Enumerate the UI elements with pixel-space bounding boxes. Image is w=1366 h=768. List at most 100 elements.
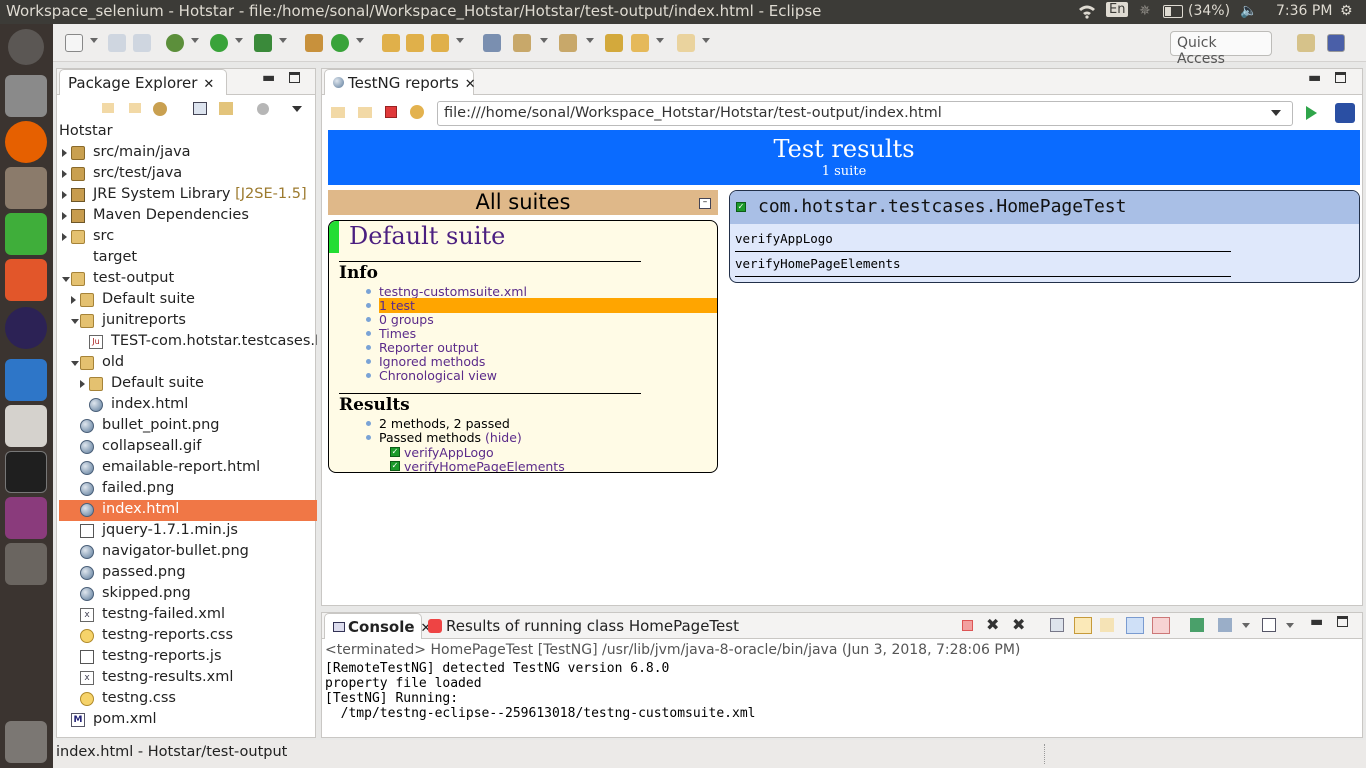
tree-item[interactable]: navigator-bullet.png <box>59 542 317 563</box>
debug-dropdown-icon[interactable] <box>191 38 199 43</box>
forward-dropdown-icon[interactable] <box>702 38 710 43</box>
show-on-stderr-icon[interactable] <box>1152 617 1170 634</box>
tree-item[interactable]: failed.png <box>59 479 317 500</box>
run-icon[interactable] <box>210 34 228 52</box>
debug-icon[interactable] <box>166 34 184 52</box>
search-dropdown-icon[interactable] <box>456 38 464 43</box>
java-perspective-icon[interactable] <box>1327 34 1345 52</box>
next-annotation-dropdown-icon[interactable] <box>540 38 548 43</box>
forward-icon[interactable] <box>677 34 695 52</box>
tree-item[interactable]: src/test/java <box>59 164 317 185</box>
tree-item[interactable]: collapseall.gif <box>59 437 317 458</box>
tree-item[interactable]: junitreports <box>59 311 317 332</box>
tab-package-explorer[interactable]: Package Explorer ✕ <box>59 69 227 95</box>
minimize-icon[interactable]: ▬ <box>262 70 275 86</box>
expand-arrow-icon[interactable] <box>62 233 67 241</box>
run-external-tools-icon[interactable] <box>254 34 272 52</box>
clear-console-icon[interactable] <box>1050 618 1064 632</box>
tree-item[interactable]: src/main/java <box>59 143 317 164</box>
minimize-icon[interactable]: ▬ <box>1308 70 1321 86</box>
word-wrap-icon[interactable] <box>1100 618 1114 632</box>
url-input[interactable]: file:///home/sonal/Workspace_Hotstar/Hot… <box>437 101 1293 126</box>
tree-item[interactable]: Maven Dependencies <box>59 206 317 227</box>
tree-item[interactable]: passed.png <box>59 563 317 584</box>
eclipse-icon[interactable] <box>5 307 47 349</box>
tree-item[interactable]: test-output <box>59 269 317 290</box>
tree-item[interactable]: JRE System Library [J2SE-1.5] <box>59 185 317 206</box>
info-link[interactable]: 0 groups <box>379 312 434 327</box>
maximize-icon[interactable] <box>1337 616 1348 627</box>
libreoffice-calc-icon[interactable] <box>5 213 47 255</box>
tree-item[interactable]: index.html <box>59 500 317 521</box>
tree-item[interactable]: testng.css <box>59 689 317 710</box>
open-console-icon[interactable] <box>1262 618 1276 632</box>
back-icon[interactable] <box>631 34 649 52</box>
forward-nav-icon[interactable] <box>129 103 141 113</box>
remove-launch-icon[interactable]: ✖ <box>986 615 999 634</box>
remove-all-terminated-icon[interactable]: ✖ <box>1012 615 1025 634</box>
tree-item[interactable]: target <box>59 248 317 269</box>
info-link[interactable]: Ignored methods <box>379 354 485 369</box>
new-icon[interactable] <box>65 34 83 52</box>
open-task-icon[interactable] <box>406 34 424 52</box>
text-editor-icon[interactable] <box>5 405 47 447</box>
tab-testng-results[interactable]: Results of running class HomePageTest <box>428 617 739 635</box>
browser-forward-icon[interactable] <box>358 107 372 118</box>
passed-method-link[interactable]: verifyHomePageElements <box>404 459 565 472</box>
open-type-icon[interactable] <box>382 34 400 52</box>
collapse-all-icon[interactable] <box>193 102 207 115</box>
hide-link[interactable]: (hide) <box>485 430 522 445</box>
scroll-lock-icon[interactable] <box>1074 617 1092 634</box>
expand-arrow-icon[interactable] <box>62 149 67 157</box>
link-with-editor-icon[interactable] <box>219 102 233 115</box>
workspace-switcher-icon[interactable] <box>5 543 47 585</box>
collapse-arrow-icon[interactable] <box>71 319 79 324</box>
passed-method-link[interactable]: verifyAppLogo <box>404 445 494 460</box>
minimize-icon[interactable]: ▬ <box>1310 614 1323 630</box>
terminal-icon[interactable] <box>5 451 47 493</box>
dash-home-icon[interactable] <box>8 29 44 65</box>
tree-item[interactable]: Default suite <box>59 374 317 395</box>
power-gear-icon[interactable]: ⚙ <box>1340 3 1353 19</box>
tab-testng-reports[interactable]: TestNG reports ✕ <box>324 69 476 95</box>
collapse-arrow-icon[interactable] <box>71 361 79 366</box>
collapse-all-icon[interactable]: – <box>699 198 711 209</box>
info-link[interactable]: testng-customsuite.xml <box>379 284 527 299</box>
bluetooth-icon[interactable]: ✵ <box>1139 3 1151 19</box>
expand-arrow-icon[interactable] <box>80 380 85 388</box>
open-external-browser-icon[interactable] <box>1335 103 1355 123</box>
display-console-dropdown-icon[interactable] <box>1242 623 1250 628</box>
previous-annotation-icon[interactable] <box>559 34 577 52</box>
tree-item[interactable]: Ju TEST-com.hotstar.testcases.HomePageTes… <box>59 332 317 353</box>
expand-arrow-icon[interactable] <box>62 191 67 199</box>
software-center-icon[interactable] <box>5 259 47 301</box>
new-class-dropdown-icon[interactable] <box>356 38 364 43</box>
back-dropdown-icon[interactable] <box>656 38 664 43</box>
tree-item[interactable]: old <box>59 353 317 374</box>
system-settings-icon[interactable] <box>5 75 47 117</box>
tree-item[interactable]: index.html <box>59 395 317 416</box>
search-icon[interactable] <box>431 34 449 52</box>
go-up-icon[interactable] <box>153 102 167 116</box>
window-app-icon[interactable] <box>5 497 47 539</box>
tree-item[interactable]: testng-reports.css <box>59 626 317 647</box>
save-icon[interactable] <box>108 34 126 52</box>
files-icon[interactable] <box>5 167 47 209</box>
tree-item[interactable]: testng-reports.js <box>59 647 317 668</box>
info-link[interactable]: Times <box>379 326 416 341</box>
new-java-class-icon[interactable] <box>331 34 349 52</box>
run-dropdown-icon[interactable] <box>235 38 243 43</box>
console-output[interactable]: [RemoteTestNG] detected TestNG version 6… <box>325 661 755 721</box>
expand-arrow-icon[interactable] <box>62 170 67 178</box>
open-perspective-icon[interactable] <box>1297 34 1315 52</box>
expand-arrow-icon[interactable] <box>62 212 67 220</box>
suite-name[interactable]: Default suite <box>349 222 505 250</box>
clock[interactable]: 7:36 PM <box>1276 3 1332 19</box>
save-all-icon[interactable] <box>133 34 151 52</box>
tree-item[interactable]: emailable-report.html <box>59 458 317 479</box>
keyboard-layout-indicator[interactable]: En <box>1106 2 1129 17</box>
firefox-icon[interactable] <box>5 121 47 163</box>
browser-back-icon[interactable] <box>331 107 345 118</box>
display-console-icon[interactable] <box>1218 618 1232 632</box>
info-link[interactable]: Reporter output <box>379 340 478 355</box>
